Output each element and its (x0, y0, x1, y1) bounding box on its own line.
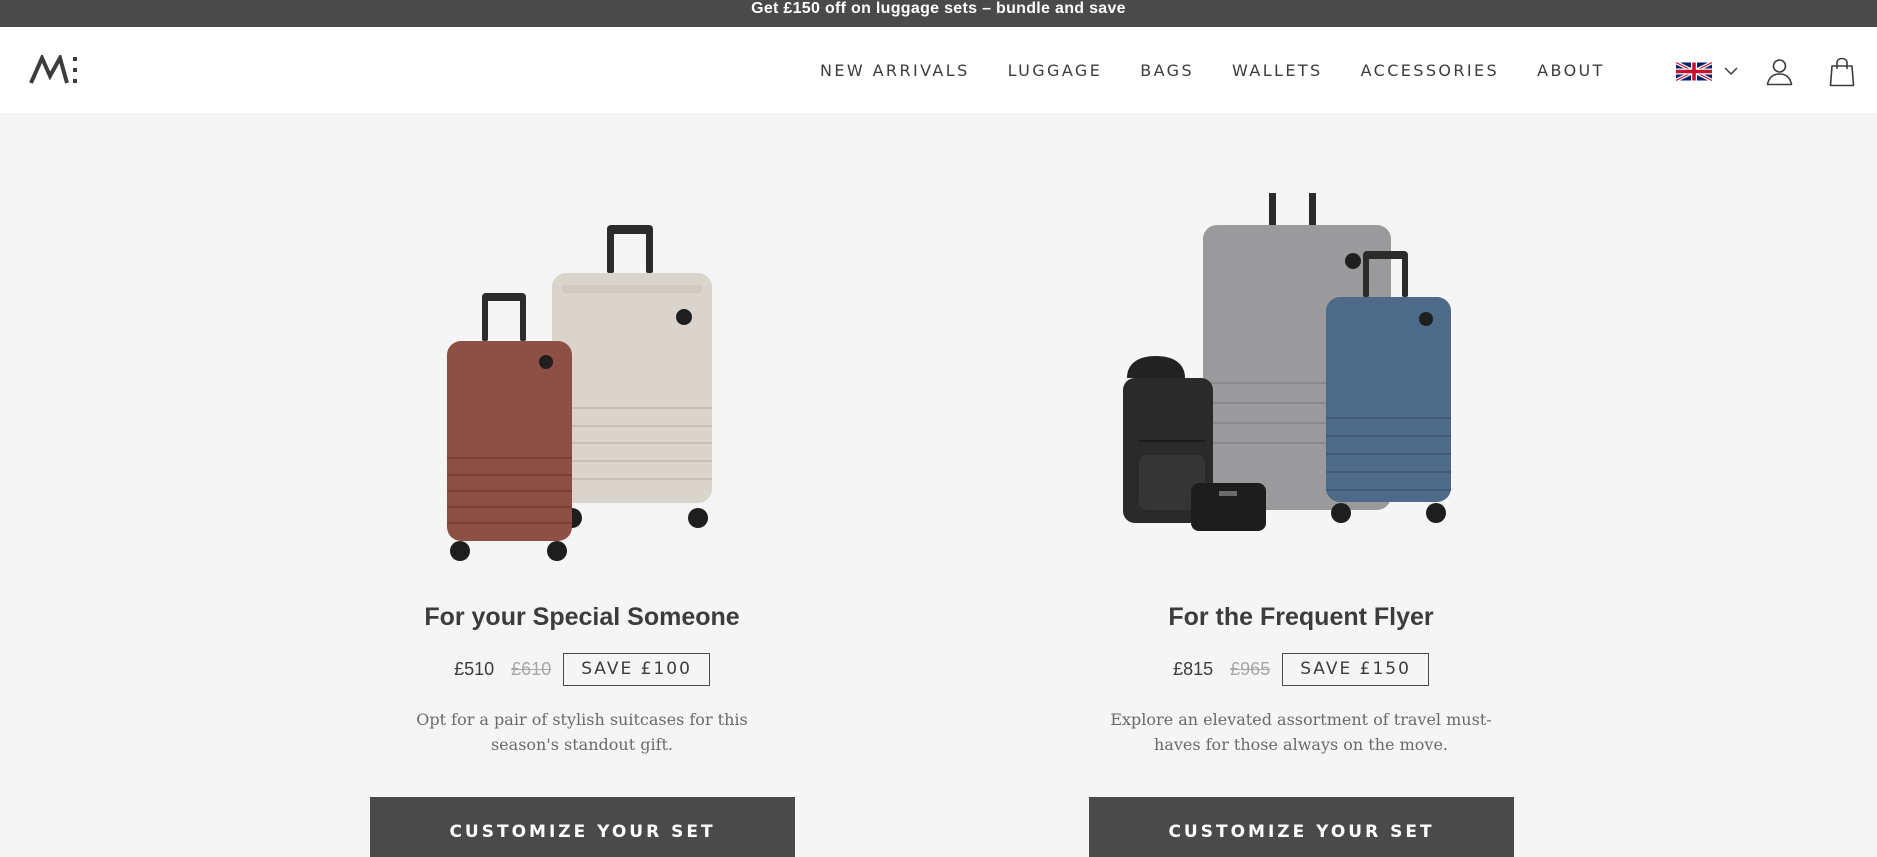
promo-text[interactable]: Get £150 off on luggage sets – bundle an… (751, 1, 1126, 17)
customize-set-button[interactable]: CUSTOMIZE YOUR SET (370, 797, 795, 857)
site-header: NEW ARRIVALS LUGGAGE BAGS WALLETS ACCESS… (0, 27, 1877, 113)
save-badge: SAVE £100 (563, 652, 710, 686)
nav-wallets[interactable]: WALLETS (1232, 59, 1323, 83)
product-card-special-someone: For your Special Someone £510 £610 SAVE … (362, 113, 802, 857)
locale-selector[interactable] (1676, 60, 1738, 82)
logo-icon[interactable] (29, 52, 81, 85)
save-badge: SAVE £150 (1282, 652, 1429, 686)
product-card-frequent-flyer: For the Frequent Flyer £815 £965 SAVE £1… (1081, 113, 1521, 857)
nav-new-arrivals[interactable]: NEW ARRIVALS (820, 59, 970, 83)
original-price: £610 (511, 658, 552, 679)
uk-flag-icon (1676, 60, 1712, 82)
promo-bar: Get £150 off on luggage sets – bundle an… (0, 0, 1877, 27)
sale-price: £815 (1173, 658, 1214, 679)
user-icon[interactable] (1766, 58, 1793, 86)
nav-bags[interactable]: BAGS (1140, 59, 1194, 83)
customize-set-button[interactable]: CUSTOMIZE YOUR SET (1089, 797, 1514, 857)
shopping-bag-icon[interactable] (1829, 57, 1855, 87)
nav-accessories[interactable]: ACCESSORIES (1361, 59, 1500, 83)
main-nav: NEW ARRIVALS LUGGAGE BAGS WALLETS ACCESS… (820, 59, 1605, 83)
card-description: Opt for a pair of stylish suitcases for … (416, 710, 748, 754)
card-title: For the Frequent Flyer (1168, 603, 1434, 631)
card-title: For your Special Someone (424, 603, 740, 631)
chevron-down-icon (1724, 66, 1738, 75)
price-row: £510 £610 SAVE £100 (362, 652, 802, 686)
price-row: £815 £965 SAVE £150 (1081, 652, 1521, 686)
card-description: Explore an elevated assortment of travel… (1110, 710, 1492, 754)
nav-about[interactable]: ABOUT (1537, 59, 1605, 83)
nav-luggage[interactable]: LUGGAGE (1008, 59, 1103, 83)
original-price: £965 (1230, 658, 1271, 679)
sale-price: £510 (454, 658, 495, 679)
